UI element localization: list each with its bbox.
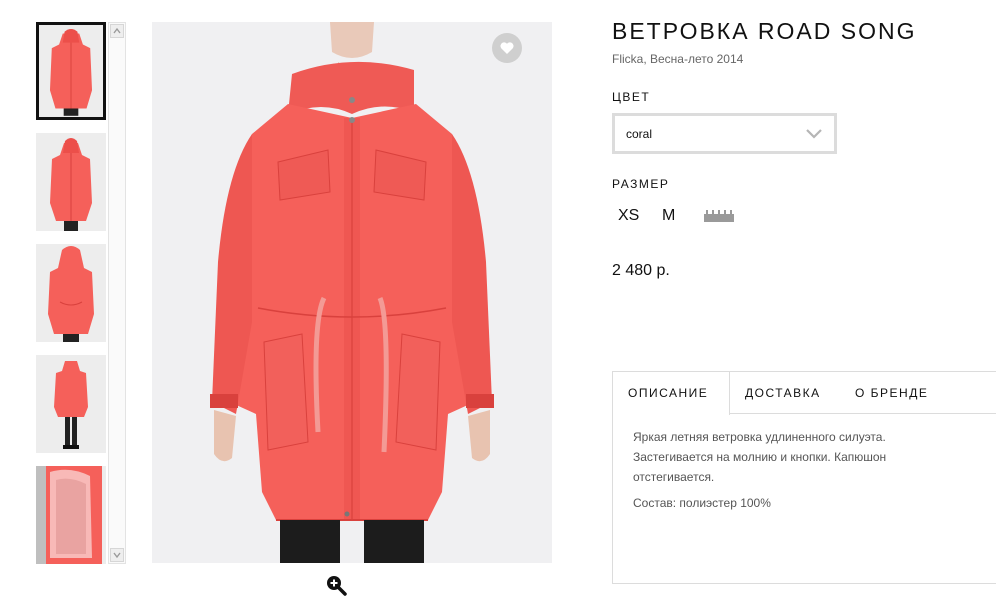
arrow-up-icon[interactable] [110, 24, 124, 38]
size-label: РАЗМЕР [612, 177, 670, 191]
tab-about-brand[interactable]: О БРЕНДЕ [855, 372, 928, 414]
thumbnail-strip [36, 22, 106, 564]
color-select-value: coral [626, 127, 653, 141]
thumbnail-front-1[interactable] [36, 22, 106, 120]
product-price: 2 480 р. [612, 262, 670, 279]
color-label: ЦВЕТ [612, 90, 651, 104]
zoom-in-icon[interactable] [325, 574, 347, 596]
thumbnail-front-2[interactable] [36, 133, 106, 231]
product-title: ВЕТРОВКА ROAD SONG [612, 18, 917, 44]
product-brand-season: Flicka, Весна-лето 2014 [612, 52, 744, 66]
color-select[interactable]: coral [612, 113, 837, 154]
product-info-tabs: ОПИСАНИЕ ДОСТАВКА О БРЕНДЕ Яркая летняя … [612, 371, 996, 584]
description-text: Яркая летняя ветровка удлиненного силуэт… [633, 430, 887, 484]
arrow-down-icon[interactable] [110, 548, 124, 562]
tab-delivery[interactable]: ДОСТАВКА [745, 372, 821, 414]
thumbnail-scrollbar[interactable] [108, 22, 126, 564]
thumbnail-back[interactable] [36, 244, 106, 342]
tab-description[interactable]: ОПИСАНИЕ [613, 372, 730, 415]
thumbnail-full-body[interactable] [36, 355, 106, 453]
ruler-icon[interactable] [704, 209, 734, 223]
size-option-xs[interactable]: XS [618, 207, 639, 225]
heart-icon[interactable] [492, 33, 522, 63]
size-option-m[interactable]: M [662, 207, 675, 225]
thumbnail-lining[interactable] [36, 466, 106, 564]
chevron-down-icon [806, 129, 822, 139]
product-main-image[interactable] [152, 22, 552, 563]
composition-text: Состав: полиэстер 100% [633, 496, 771, 510]
